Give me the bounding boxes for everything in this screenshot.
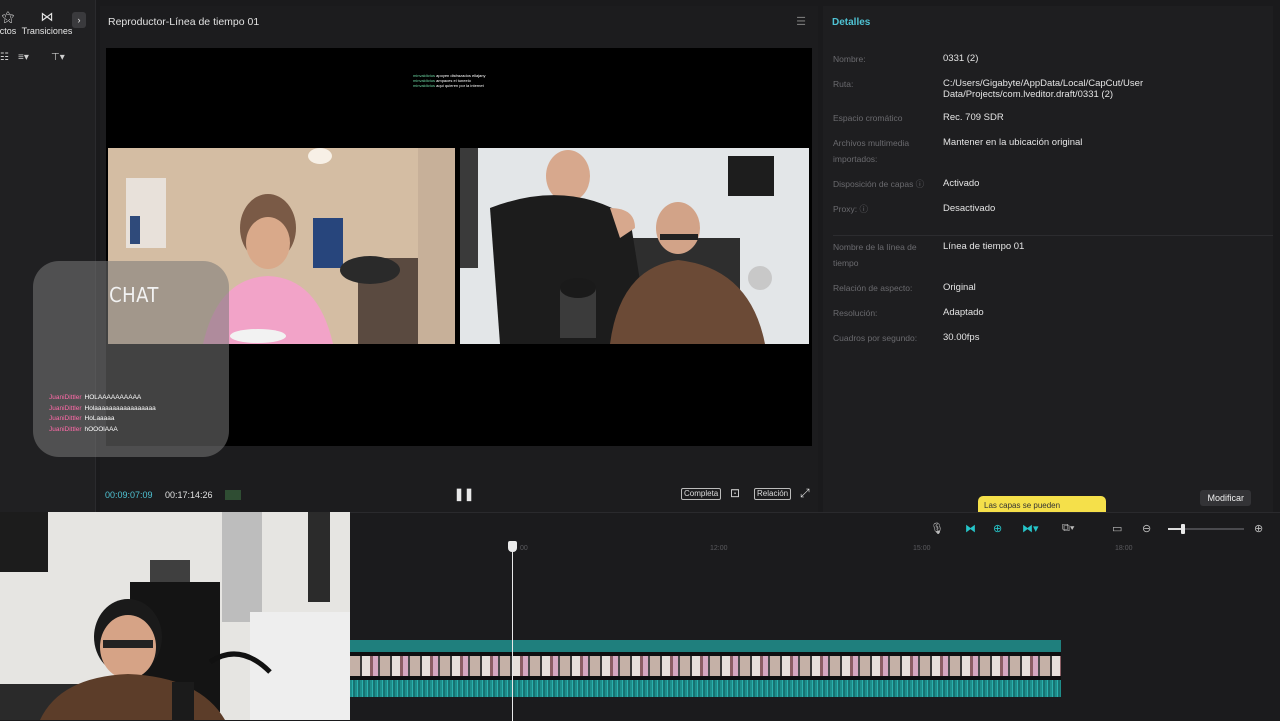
detail-key: Relación de aspecto:	[833, 283, 913, 293]
chat-user: JuaniDittler	[49, 394, 82, 401]
panel-collapse-button[interactable]: ›	[72, 12, 86, 28]
link-clips-icon[interactable]: ⧓	[965, 522, 976, 535]
detail-value: Rec. 709 SDR	[943, 112, 1004, 123]
total-time: 00:17:14:26	[165, 490, 213, 500]
detail-value: 0331 (2)	[943, 53, 979, 64]
fullscreen-icon[interactable]: ⤢	[800, 486, 810, 501]
webcam-overlay	[0, 512, 350, 720]
split-link-icon[interactable]: ⧓▾	[1022, 522, 1039, 535]
clip-audio-waveform	[350, 680, 1061, 697]
detail-key: Archivos multimedia importados:	[833, 138, 910, 164]
detail-key: Disposición de capas ⓘ	[833, 179, 925, 189]
chat-user: JuaniDittler	[49, 404, 82, 412]
chat-title: CHAT	[109, 283, 159, 307]
preview-axis-icon[interactable]: ⧉▾	[1062, 522, 1074, 535]
ruler-tick: 18:00	[1115, 545, 1133, 552]
video-track-clip[interactable]	[350, 640, 1061, 697]
current-time: 00:09:07:09	[105, 490, 153, 500]
chat-message: JuaniDittler hOOOlAAA	[49, 425, 156, 436]
full-quality-button[interactable]: Completa	[681, 488, 722, 500]
chat-messages: JuaniDittler HOLAAAAAAAAAA JuaniDittler Ho…	[49, 393, 156, 435]
detail-key: Nombre:	[833, 54, 866, 64]
microphone-icon[interactable]: 🎙	[930, 522, 944, 535]
filter-icon[interactable]: ⊤▾	[51, 52, 65, 63]
video-feed-right-illustration	[460, 148, 809, 344]
sort-icon[interactable]: ≡▾	[18, 52, 29, 63]
detail-value: Activado	[943, 178, 980, 189]
chat-message: JuaniDittler HOLAAAAAAAAAA	[49, 393, 156, 404]
menu-icon[interactable]: ☰	[796, 15, 806, 28]
detail-value: Mantener en la ubicación original	[943, 137, 1083, 148]
details-title: Detalles	[832, 17, 871, 28]
zoom-slider-handle[interactable]	[1181, 524, 1186, 534]
stream-chat-text: aqui quieren por la internet	[436, 83, 484, 88]
transitions-icon: ⋈	[40, 9, 54, 24]
modify-button[interactable]: Modificar	[1200, 490, 1251, 506]
tab-transitions[interactable]: ⋈ Transiciones	[17, 9, 77, 37]
zoom-slider[interactable]	[1168, 528, 1244, 530]
clip-header	[350, 640, 1061, 652]
clip-thumbnails	[350, 656, 1061, 676]
chat-user: JuaniDittler	[49, 415, 82, 422]
stream-chat-overlay: minvaldictus apoyen disfrazados ellajany…	[413, 73, 486, 88]
playhead[interactable]	[512, 545, 513, 721]
snapshot-icon[interactable]: ⊡	[730, 486, 740, 500]
webcam-illustration	[0, 512, 350, 720]
detail-key: Proxy: ⓘ	[833, 204, 868, 214]
zoom-in-icon[interactable]: ⊕	[1254, 522, 1263, 535]
caption-icon[interactable]: ▭	[1112, 522, 1122, 535]
ruler-tick: 15:00	[913, 545, 931, 552]
tab-effects-label: ctos	[0, 26, 17, 36]
chat-message: JuaniDittler Holaaaaaaaaaaaaaaaaa	[49, 404, 156, 415]
detail-key: Cuadros por segundo:	[833, 333, 918, 343]
stream-chat-user: minvaldictus	[413, 83, 436, 88]
pause-button[interactable]: ❚❚	[454, 487, 474, 501]
playhead-handle[interactable]	[508, 541, 517, 552]
chat-text: HoLaaaaa	[84, 415, 115, 422]
ruler-tick: 12:00	[710, 545, 728, 552]
chat-text: hOOOlAAA	[84, 425, 118, 433]
player-panel: Reproductor-Línea de tiempo 01 ☰ minvald…	[33, 6, 818, 512]
detail-key: Nombre de la línea de tiempo	[833, 242, 917, 268]
detail-value: Línea de tiempo 01	[943, 241, 1025, 252]
player-title: Reproductor-Línea de tiempo 01	[108, 16, 260, 28]
magnet-icon[interactable]: ⊕	[993, 522, 1002, 535]
divider	[833, 235, 1273, 236]
detail-value: Adaptado	[943, 307, 984, 318]
audio-meter	[225, 490, 241, 500]
zoom-out-icon[interactable]: ⊖	[1142, 522, 1151, 535]
chat-user: JuaniDittler	[49, 425, 82, 433]
chat-text: Holaaaaaaaaaaaaaaaaa	[84, 404, 156, 412]
chat-message: JuaniDittler HoLaaaaa	[49, 414, 156, 425]
video-feed-right	[460, 148, 809, 344]
chat-widget: CHAT JuaniDittler HOLAAAAAAAAAA JuaniDitt…	[33, 261, 229, 457]
grid-view-icon[interactable]: ☷	[0, 52, 9, 63]
layers-tooltip: Las capas se pueden	[978, 496, 1106, 512]
aspect-ratio-button[interactable]: Relación	[754, 488, 792, 500]
chevron-right-icon: ›	[77, 15, 81, 25]
detail-value: 30.00fps	[943, 332, 980, 343]
detail-value: Original	[943, 282, 976, 293]
detail-value: C:/Users/Gigabyte/AppData/Local/CapCut/U…	[943, 78, 1144, 100]
detail-key: Ruta:	[833, 79, 854, 89]
details-panel: Detalles Nombre: 0331 (2) Ruta: C:/Users…	[823, 6, 1273, 512]
ruler-tick: 00	[520, 545, 528, 552]
chat-text: HOLAAAAAAAAAA	[84, 394, 142, 401]
detail-key: Espacio cromático	[833, 113, 903, 123]
detail-value: Desactivado	[943, 203, 996, 214]
tab-transitions-label: Transiciones	[21, 26, 73, 36]
timeline-panel: 🎙 ⧓ ⊕ ⧓▾ ⧉▾ ▭ ⊖ ⊕ 00 12:00 15:00 18:00	[350, 512, 1280, 721]
detail-key: Resolución:	[833, 308, 878, 318]
